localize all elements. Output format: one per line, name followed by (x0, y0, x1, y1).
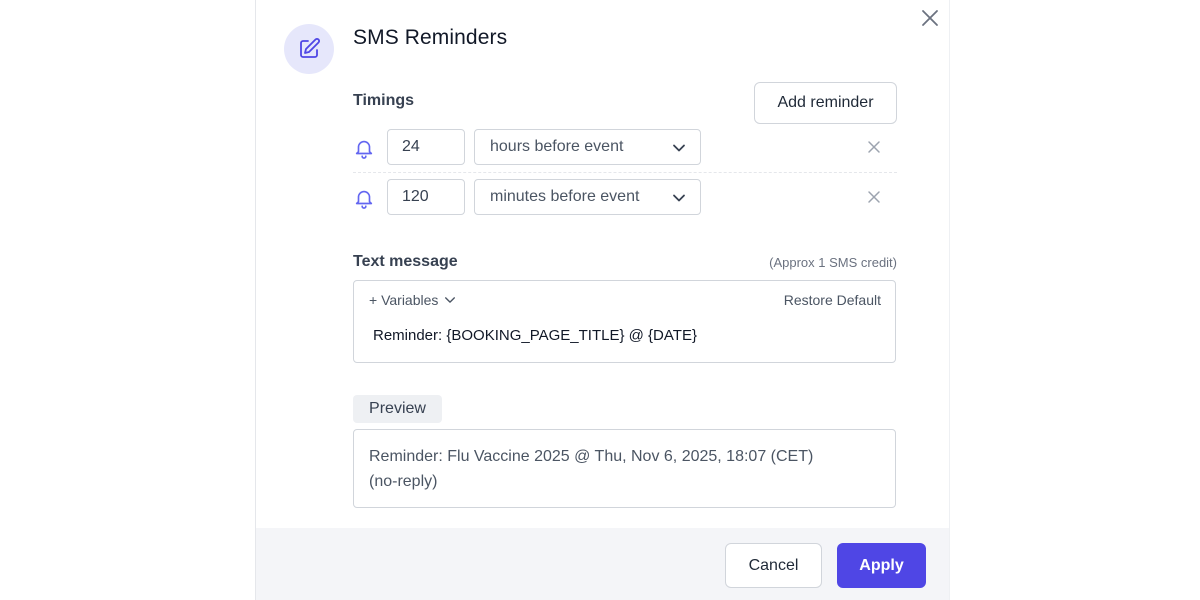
chevron-down-icon (673, 194, 685, 202)
edit-icon (284, 24, 334, 74)
bell-icon (355, 140, 373, 159)
cancel-button[interactable]: Cancel (725, 543, 822, 588)
reminder-unit-label: hours before event (490, 138, 624, 155)
variables-dropdown[interactable]: + Variables (369, 292, 456, 308)
variables-label: + Variables (369, 292, 439, 308)
remove-reminder-icon[interactable] (867, 190, 881, 204)
text-message-label: Text message (353, 253, 458, 270)
reminder-row: minutes before event (353, 179, 897, 217)
message-editor[interactable]: + Variables Restore Default Reminder: {B… (353, 280, 896, 363)
reminder-value-input[interactable] (387, 129, 465, 165)
preview-box: Reminder: Flu Vaccine 2025 @ Thu, Nov 6,… (353, 429, 896, 508)
dialog-title: SMS Reminders (353, 26, 508, 49)
reminder-value-input[interactable] (387, 179, 465, 215)
preview-label: Preview (353, 395, 442, 423)
reminder-unit-select[interactable]: hours before event (474, 129, 701, 165)
dialog-footer: Cancel Apply (256, 528, 949, 600)
restore-default-link[interactable]: Restore Default (784, 292, 881, 308)
chevron-down-icon (673, 144, 685, 152)
bell-icon (355, 190, 373, 209)
reminder-row: hours before event (353, 129, 897, 167)
preview-line: (no-reply) (369, 473, 438, 490)
add-reminder-button[interactable]: Add reminder (754, 82, 897, 124)
apply-button[interactable]: Apply (837, 543, 926, 588)
sms-reminders-dialog: SMS Reminders Timings Add reminder hours… (255, 0, 950, 600)
timings-label: Timings (353, 92, 415, 109)
message-text[interactable]: Reminder: {BOOKING_PAGE_TITLE} @ {DATE} (373, 327, 697, 344)
chevron-down-icon (445, 297, 456, 303)
close-icon[interactable] (920, 8, 940, 28)
remove-reminder-icon[interactable] (867, 140, 881, 154)
row-divider (353, 172, 897, 173)
preview-line: Reminder: Flu Vaccine 2025 @ Thu, Nov 6,… (369, 448, 814, 465)
reminder-unit-label: minutes before event (490, 188, 640, 205)
reminder-unit-select[interactable]: minutes before event (474, 179, 701, 215)
sms-credit-note: (Approx 1 SMS credit) (769, 255, 897, 270)
